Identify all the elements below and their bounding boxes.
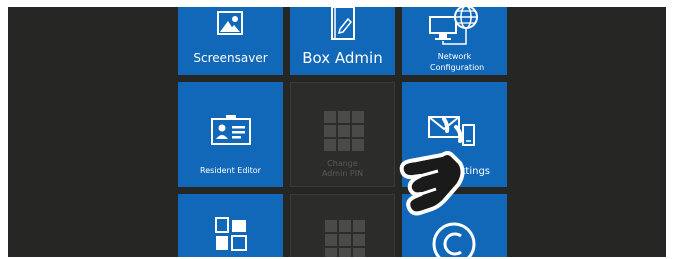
windows-icon (215, 217, 247, 251)
windows-tile[interactable] (178, 194, 283, 257)
edit-document-icon (331, 7, 355, 40)
monitor-globe-icon (429, 7, 478, 45)
resident-editor-tile[interactable]: Resident Editor (178, 82, 283, 187)
disabled-keypad-tile (290, 194, 395, 257)
box-admin-tile[interactable]: Box Admin (290, 7, 395, 75)
keypad-icon (324, 111, 364, 151)
resident-editor-label: Resident Editor (200, 166, 261, 175)
change-admin-pin-label: Change Admin PIN (321, 159, 364, 178)
id-card-icon (211, 115, 251, 145)
admin-screen: Screensaver Box Admin Network Configurat… (8, 7, 666, 257)
screensaver-tile[interactable]: Screensaver (178, 7, 283, 75)
copyright-icon (432, 222, 476, 257)
picture-icon (217, 11, 243, 35)
box-admin-label: Box Admin (302, 49, 383, 67)
tap-hand-icon (399, 117, 465, 216)
screensaver-label: Screensaver (193, 51, 268, 65)
network-configuration-label: Network Configuration (430, 52, 485, 72)
keypad-icon (325, 220, 365, 257)
network-configuration-tile[interactable]: Network Configuration (402, 7, 507, 75)
change-admin-pin-tile: Change Admin PIN (290, 82, 395, 187)
